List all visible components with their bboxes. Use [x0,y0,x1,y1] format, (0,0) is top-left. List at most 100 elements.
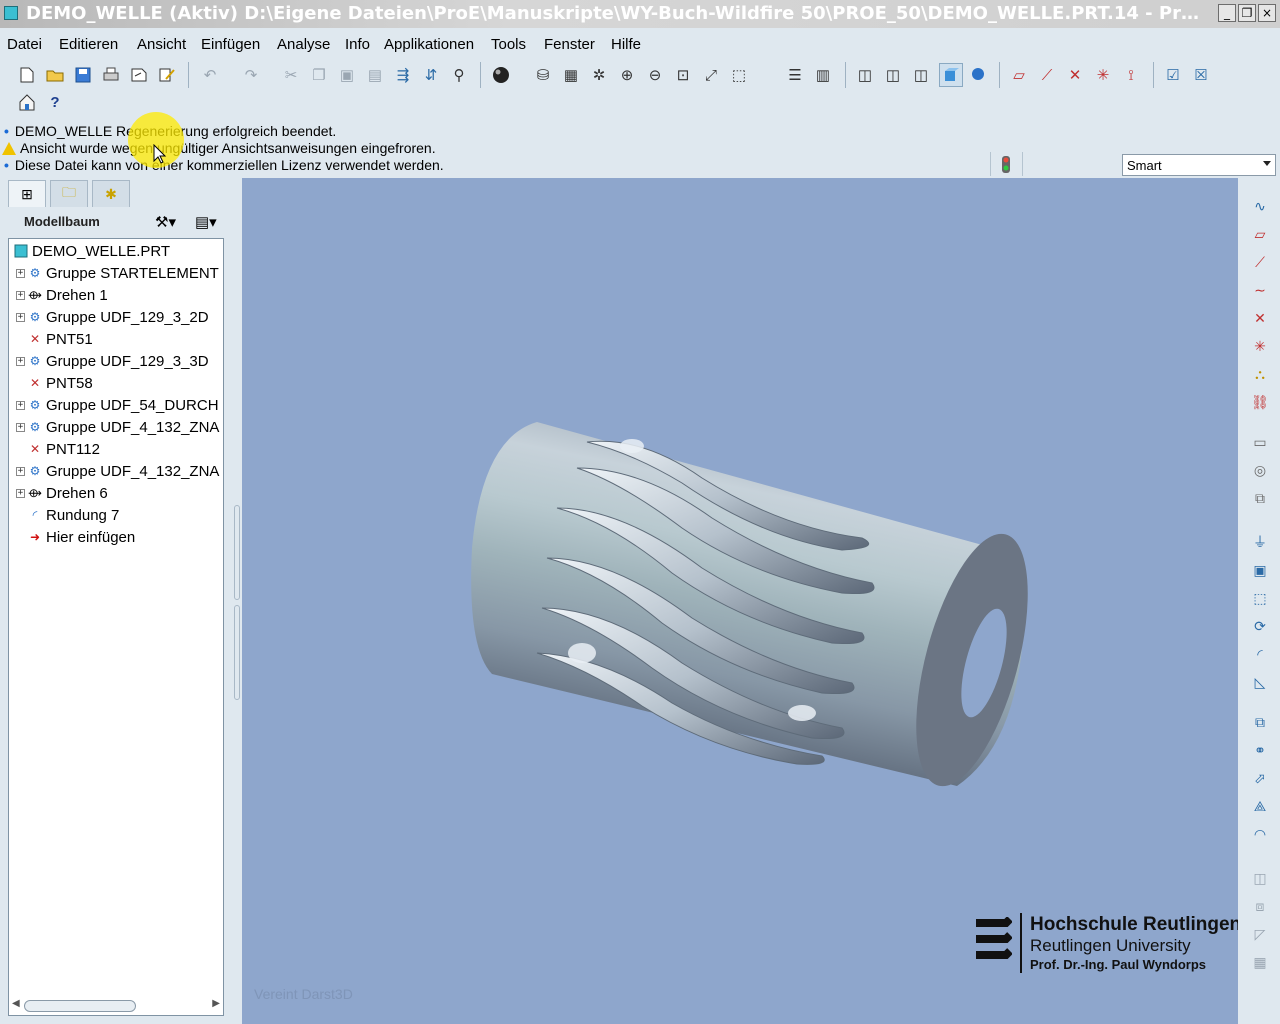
chamfer-icon[interactable]: ◺ [1250,672,1270,692]
tree-item[interactable]: ◜ Rundung 7 [27,504,120,526]
menu-datei[interactable]: Datei [7,36,42,53]
tree-item[interactable]: + ⚙ Gruppe UDF_4_132_ZNA [16,460,219,482]
shell-icon[interactable]: ▣ [1250,560,1270,580]
zoom-in-icon[interactable]: ⊕ [617,65,637,85]
round-tool-icon[interactable]: ◜ [1250,644,1270,664]
scroll-right-icon[interactable]: ▶ [212,998,220,1009]
datum-axes-icon[interactable]: ⟋ [1037,65,1057,85]
paste-icon[interactable]: ▣ [337,65,357,85]
expand-icon[interactable]: + [16,466,25,476]
selection-filter-dropdown[interactable]: Smart [1122,154,1276,176]
tree-item[interactable]: + ⚙ Gruppe UDF_54_DURCH [16,394,219,416]
offset-icon[interactable]: ▦ [1250,952,1270,972]
close-window-icon[interactable]: ☒ [1191,65,1211,85]
draft-icon[interactable]: ⬀ [1250,768,1270,788]
expand-icon[interactable]: + [16,422,25,432]
menu-analyse[interactable]: Analyse [277,36,330,53]
paste-special-icon[interactable]: ▤ [365,65,385,85]
tree-item[interactable]: ✕ PNT51 [27,328,93,350]
copy-icon[interactable]: ❐ [309,65,329,85]
tree-item[interactable]: + ⟴ Drehen 1 [16,284,108,306]
coordinate-system-icon[interactable]: ✳ [1250,336,1270,356]
undo-icon[interactable]: ↶ [200,65,220,85]
context-help-icon[interactable]: ? [45,92,65,112]
model-display-icon[interactable]: ▭ [1250,432,1270,452]
menu-fenster[interactable]: Fenster [544,36,595,53]
settings-tools-icon[interactable]: ⚒▾ [155,213,176,231]
hole-icon[interactable]: ⏚ [1250,532,1270,552]
tree-item[interactable]: ✕ PNT58 [27,372,93,394]
menu-einfuegen[interactable]: Einfügen [201,36,260,53]
menu-info[interactable]: Info [345,36,370,53]
merge-icon[interactable]: ◫ [1250,868,1270,888]
tree-item[interactable]: ➜ Hier einfügen [27,526,135,548]
reorient-icon[interactable]: ⤢ [701,65,721,85]
find-binoculars-icon[interactable]: ⚲ [449,65,469,85]
layers-icon[interactable]: ▦ [561,65,581,85]
no-hidden-icon[interactable]: ◫ [911,65,931,85]
tree-horizontal-scrollbar[interactable]: ◀ ▶ [10,998,222,1014]
expand-icon[interactable]: + [16,312,25,322]
view-manager-icon[interactable]: ▥ [813,65,833,85]
revolve-tool-icon[interactable]: ⟳ [1250,616,1270,636]
wireframe-icon[interactable]: ◫ [855,65,875,85]
saved-orientations-icon[interactable]: ⬚ [729,65,749,85]
menu-tools[interactable]: Tools [491,36,526,53]
scroll-thumb[interactable] [24,1000,136,1012]
datum-plane-icon[interactable]: ▱ [1250,224,1270,244]
section-icon[interactable]: ◎ [1250,460,1270,480]
tab-favorites[interactable]: ✱ [92,180,130,207]
sketch-icon[interactable]: ∿ [1250,196,1270,216]
expand-icon[interactable]: + [16,268,25,278]
datum-planes-icon[interactable]: ▱ [1009,65,1029,85]
menu-hilfe[interactable]: Hilfe [611,36,641,53]
pattern-icon[interactable]: ⧉ [1250,712,1270,732]
datum-point-icon[interactable]: ✕ [1250,308,1270,328]
coordinate-systems-icon[interactable]: ✳ [1093,65,1113,85]
tree-item[interactable]: + ⟴ Drehen 6 [16,482,108,504]
tree-item[interactable]: + ⚙ Gruppe UDF_129_3_2D [16,306,209,328]
save-icon[interactable] [73,65,93,85]
menu-ansicht[interactable]: Ansicht [137,36,186,53]
extrude-icon[interactable]: ⬚ [1250,588,1270,608]
close-button[interactable]: × [1258,4,1276,22]
tab-model-tree[interactable]: ⊞ [8,180,46,207]
datum-curve-icon[interactable]: ∼ [1250,280,1270,300]
restore-button[interactable]: ❐ [1238,4,1256,22]
print-icon[interactable] [101,65,121,85]
redo-icon[interactable]: ↷ [241,65,261,85]
expand-icon[interactable]: + [16,488,25,498]
chain-icon[interactable]: ⛓ [1250,392,1270,412]
appearance-icon[interactable]: ✲ [589,65,609,85]
sweep-icon[interactable]: ◠ [1250,824,1270,844]
regen-manager-icon[interactable]: ⇶ [393,65,413,85]
analysis-feature-icon[interactable]: ⛬ [1250,364,1270,384]
tree-item[interactable]: + ⚙ Gruppe UDF_129_3_3D [16,350,209,372]
rib-icon[interactable]: ⟁ [1250,796,1270,816]
expand-icon[interactable]: + [16,356,25,366]
minimize-button[interactable]: _ [1218,4,1236,22]
show-options-icon[interactable]: ▤▾ [195,213,217,231]
tree-item[interactable]: + ⚙ Gruppe UDF_4_132_ZNA [16,416,219,438]
tree-root[interactable]: DEMO_WELLE.PRT [13,240,170,262]
new-file-icon[interactable] [17,65,37,85]
extend-icon[interactable]: ◸ [1250,924,1270,944]
open-folder-icon[interactable] [45,65,65,85]
enhanced-realism-icon[interactable] [967,65,987,85]
cut-icon[interactable]: ✂ [281,65,301,85]
trim-icon[interactable]: ⧈ [1250,896,1270,916]
annotations-icon[interactable]: ⟟ [1121,65,1141,85]
regen-all-icon[interactable]: ⇵ [421,65,441,85]
expand-icon[interactable]: + [16,400,25,410]
model-home-icon[interactable] [17,92,37,112]
refit-icon[interactable]: ⊡ [673,65,693,85]
scroll-left-icon[interactable]: ◀ [12,998,20,1009]
helical-gear-shaft-model[interactable] [242,178,1238,1024]
layer-tree-icon[interactable]: ☰ [785,65,805,85]
send-mail-icon[interactable] [129,65,149,85]
saved-views-icon[interactable]: ⛁ [533,65,553,85]
datum-axis-icon[interactable]: ⟋ [1250,252,1270,272]
zoom-out-icon[interactable]: ⊖ [645,65,665,85]
menu-applikationen[interactable]: Applikationen [384,36,474,53]
shading-mode-icon[interactable] [939,63,963,87]
